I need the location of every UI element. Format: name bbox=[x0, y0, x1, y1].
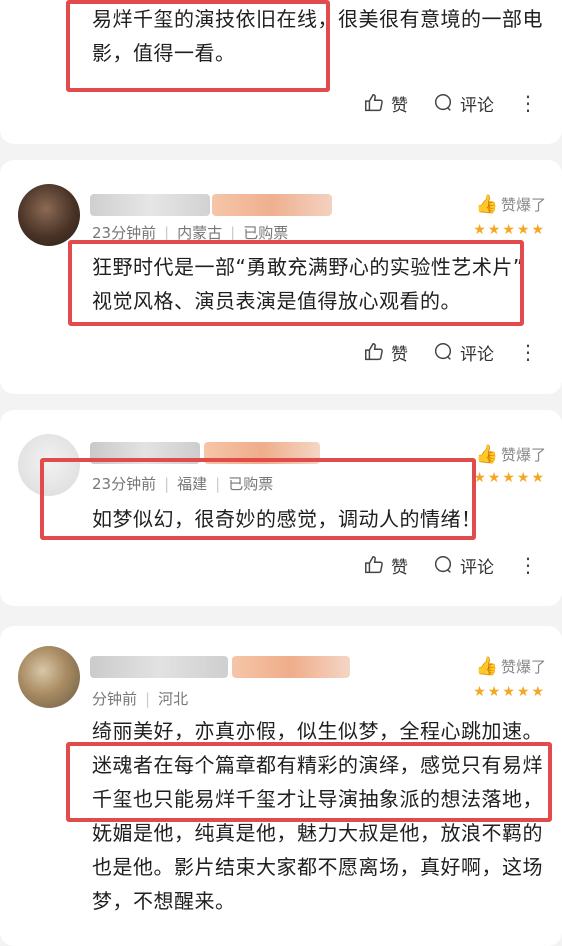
hot-badge: 👍 赞爆了 bbox=[476, 656, 546, 677]
highlight-box bbox=[66, 742, 552, 822]
thumb-badge-icon: 👍 bbox=[475, 444, 498, 465]
comment-card-1: 易烊千玺的演技依旧在线，很美很有意境的一部电 影，值得一看。 赞 评论 ⋮ bbox=[0, 0, 562, 144]
thumb-badge-icon: 👍 bbox=[475, 194, 498, 215]
speech-bubble-icon bbox=[434, 94, 452, 111]
more-options-icon[interactable]: ⋮ bbox=[518, 555, 538, 575]
avatar[interactable] bbox=[18, 646, 80, 708]
more-options-icon[interactable]: ⋮ bbox=[518, 93, 538, 113]
username-blurred[interactable] bbox=[90, 194, 210, 216]
highlight-box bbox=[68, 240, 524, 326]
user-level-blurred bbox=[212, 194, 332, 216]
comment-actions: 赞 评论 ⋮ bbox=[363, 550, 538, 580]
comment-button[interactable]: 评论 bbox=[432, 553, 494, 578]
user-level-blurred bbox=[232, 656, 350, 678]
rating-stars: ★★★★★ bbox=[473, 470, 546, 486]
comment-card-3: 23分钟前 | 福建 | 已购票 👍 赞爆了 ★★★★★ 如梦似幻，很奇妙的感觉… bbox=[0, 410, 562, 606]
comment-actions: 赞 评论 ⋮ bbox=[363, 88, 538, 118]
comment-card-2: 23分钟前 | 内蒙古 | 已购票 👍 赞爆了 ★★★★★ 狂野时代是一部“勇敢… bbox=[0, 160, 562, 394]
thumb-up-icon bbox=[365, 556, 383, 574]
thumb-up-icon bbox=[365, 94, 383, 112]
avatar[interactable] bbox=[18, 184, 80, 246]
comment-region: 河北 bbox=[158, 690, 189, 708]
thumb-up-icon bbox=[365, 343, 383, 361]
comment-card-4: 分钟前 | 河北 👍 赞爆了 ★★★★★ 绮丽美好，亦真亦假，似生似梦，全程心跳… bbox=[0, 626, 562, 946]
comment-meta: 分钟前 | 河北 bbox=[92, 689, 189, 709]
thumb-badge-icon: 👍 bbox=[475, 656, 498, 677]
comment-button[interactable]: 评论 bbox=[432, 91, 494, 116]
highlight-box bbox=[66, 0, 330, 92]
comment-time: 分钟前 bbox=[92, 690, 138, 708]
more-options-icon[interactable]: ⋮ bbox=[518, 342, 538, 362]
badge-label: 赞爆了 bbox=[500, 658, 546, 676]
highlight-box bbox=[40, 458, 476, 540]
like-label: 赞 bbox=[391, 344, 408, 365]
comment-button[interactable]: 评论 bbox=[432, 340, 494, 365]
like-button[interactable]: 赞 bbox=[363, 553, 408, 578]
like-label: 赞 bbox=[391, 95, 408, 116]
comment-label: 评论 bbox=[460, 344, 494, 365]
comment-actions: 赞 评论 ⋮ bbox=[363, 337, 538, 367]
speech-bubble-icon bbox=[434, 343, 452, 360]
speech-bubble-icon bbox=[434, 556, 452, 573]
like-button[interactable]: 赞 bbox=[363, 340, 408, 365]
hot-badge: 👍 赞爆了 bbox=[476, 444, 546, 465]
comment-label: 评论 bbox=[460, 95, 494, 116]
rating-stars: ★★★★★ bbox=[473, 222, 546, 238]
comment-label: 评论 bbox=[460, 557, 494, 578]
hot-badge: 👍 赞爆了 bbox=[476, 194, 546, 215]
badge-label: 赞爆了 bbox=[500, 446, 546, 464]
username-blurred[interactable] bbox=[90, 656, 228, 678]
badge-label: 赞爆了 bbox=[500, 196, 546, 214]
rating-stars: ★★★★★ bbox=[473, 684, 546, 700]
like-button[interactable]: 赞 bbox=[363, 91, 408, 116]
like-label: 赞 bbox=[391, 557, 408, 578]
